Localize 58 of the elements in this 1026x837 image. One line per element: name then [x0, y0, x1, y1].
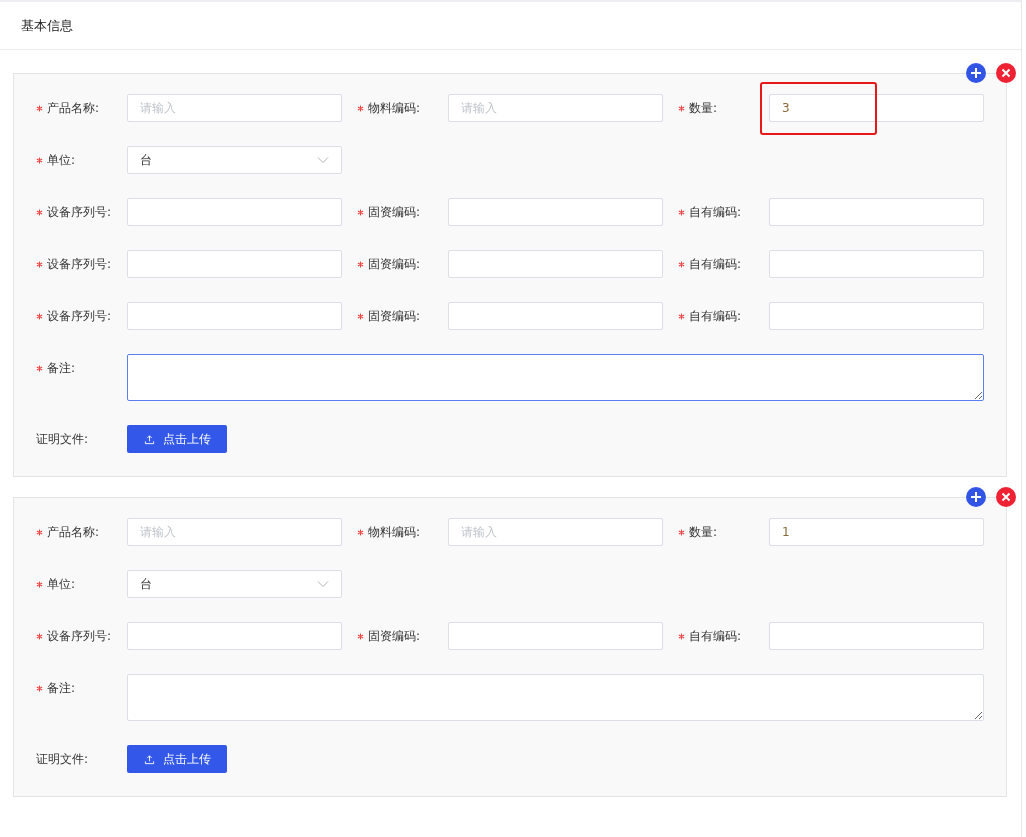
- field-label: 自有编码:: [689, 255, 742, 273]
- upload-button[interactable]: 点击上传: [127, 745, 227, 773]
- field-label: 产品名称:: [47, 99, 100, 117]
- input-field[interactable]: [769, 302, 984, 330]
- field-label: 单位:: [47, 151, 76, 169]
- close-icon[interactable]: [996, 63, 1016, 83]
- field-label: 自有编码:: [689, 203, 742, 221]
- field-label: 备注:: [47, 360, 76, 377]
- input-field[interactable]: 3: [769, 94, 984, 122]
- input-field[interactable]: [127, 302, 342, 330]
- upload-icon: [143, 753, 155, 765]
- field-label: 物料编码:: [368, 523, 421, 541]
- select-value: 台: [140, 151, 152, 169]
- field-label: 设备序列号:: [47, 203, 112, 221]
- input-field[interactable]: [448, 302, 663, 330]
- input-field[interactable]: [127, 198, 342, 226]
- input-field[interactable]: 1: [769, 518, 984, 546]
- field-label: 单位:: [47, 575, 76, 593]
- input-field[interactable]: [769, 198, 984, 226]
- input-field[interactable]: 请输入: [127, 94, 342, 122]
- field-label: 证明文件:: [36, 750, 89, 768]
- field-label: 证明文件:: [36, 430, 89, 448]
- input-field[interactable]: [127, 622, 342, 650]
- field-label: 固资编码:: [368, 627, 421, 645]
- upload-button[interactable]: 点击上传: [127, 425, 227, 453]
- input-field[interactable]: [448, 250, 663, 278]
- field-label: 设备序列号:: [47, 627, 112, 645]
- upload-icon: [143, 433, 155, 445]
- input-field[interactable]: 请输入: [448, 518, 663, 546]
- field-label: 固资编码:: [368, 307, 421, 325]
- field-label: 备注:: [47, 680, 76, 697]
- input-field[interactable]: [769, 250, 984, 278]
- input-field[interactable]: 请输入: [127, 518, 342, 546]
- field-label: 产品名称:: [47, 523, 100, 541]
- input-field[interactable]: [127, 250, 342, 278]
- section-title: 基本信息: [21, 16, 73, 35]
- add-icon[interactable]: [966, 487, 986, 507]
- chevron-down-icon: [317, 156, 329, 164]
- field-label: 数量:: [689, 523, 718, 541]
- select-value: 台: [140, 575, 152, 593]
- input-field[interactable]: 请输入: [448, 94, 663, 122]
- field-label: 物料编码:: [368, 99, 421, 117]
- remark-textarea[interactable]: [127, 354, 984, 401]
- field-label: 固资编码:: [368, 255, 421, 273]
- select-field[interactable]: 台: [127, 570, 342, 598]
- field-label: 固资编码:: [368, 203, 421, 221]
- close-icon[interactable]: [996, 487, 1016, 507]
- input-field[interactable]: [448, 622, 663, 650]
- add-icon[interactable]: [966, 63, 986, 83]
- field-label: 自有编码:: [689, 627, 742, 645]
- input-field[interactable]: [769, 622, 984, 650]
- field-label: 设备序列号:: [47, 255, 112, 273]
- field-label: 数量:: [689, 99, 718, 117]
- field-label: 自有编码:: [689, 307, 742, 325]
- chevron-down-icon: [317, 580, 329, 588]
- input-field[interactable]: [448, 198, 663, 226]
- field-label: 设备序列号:: [47, 307, 112, 325]
- select-field[interactable]: 台: [127, 146, 342, 174]
